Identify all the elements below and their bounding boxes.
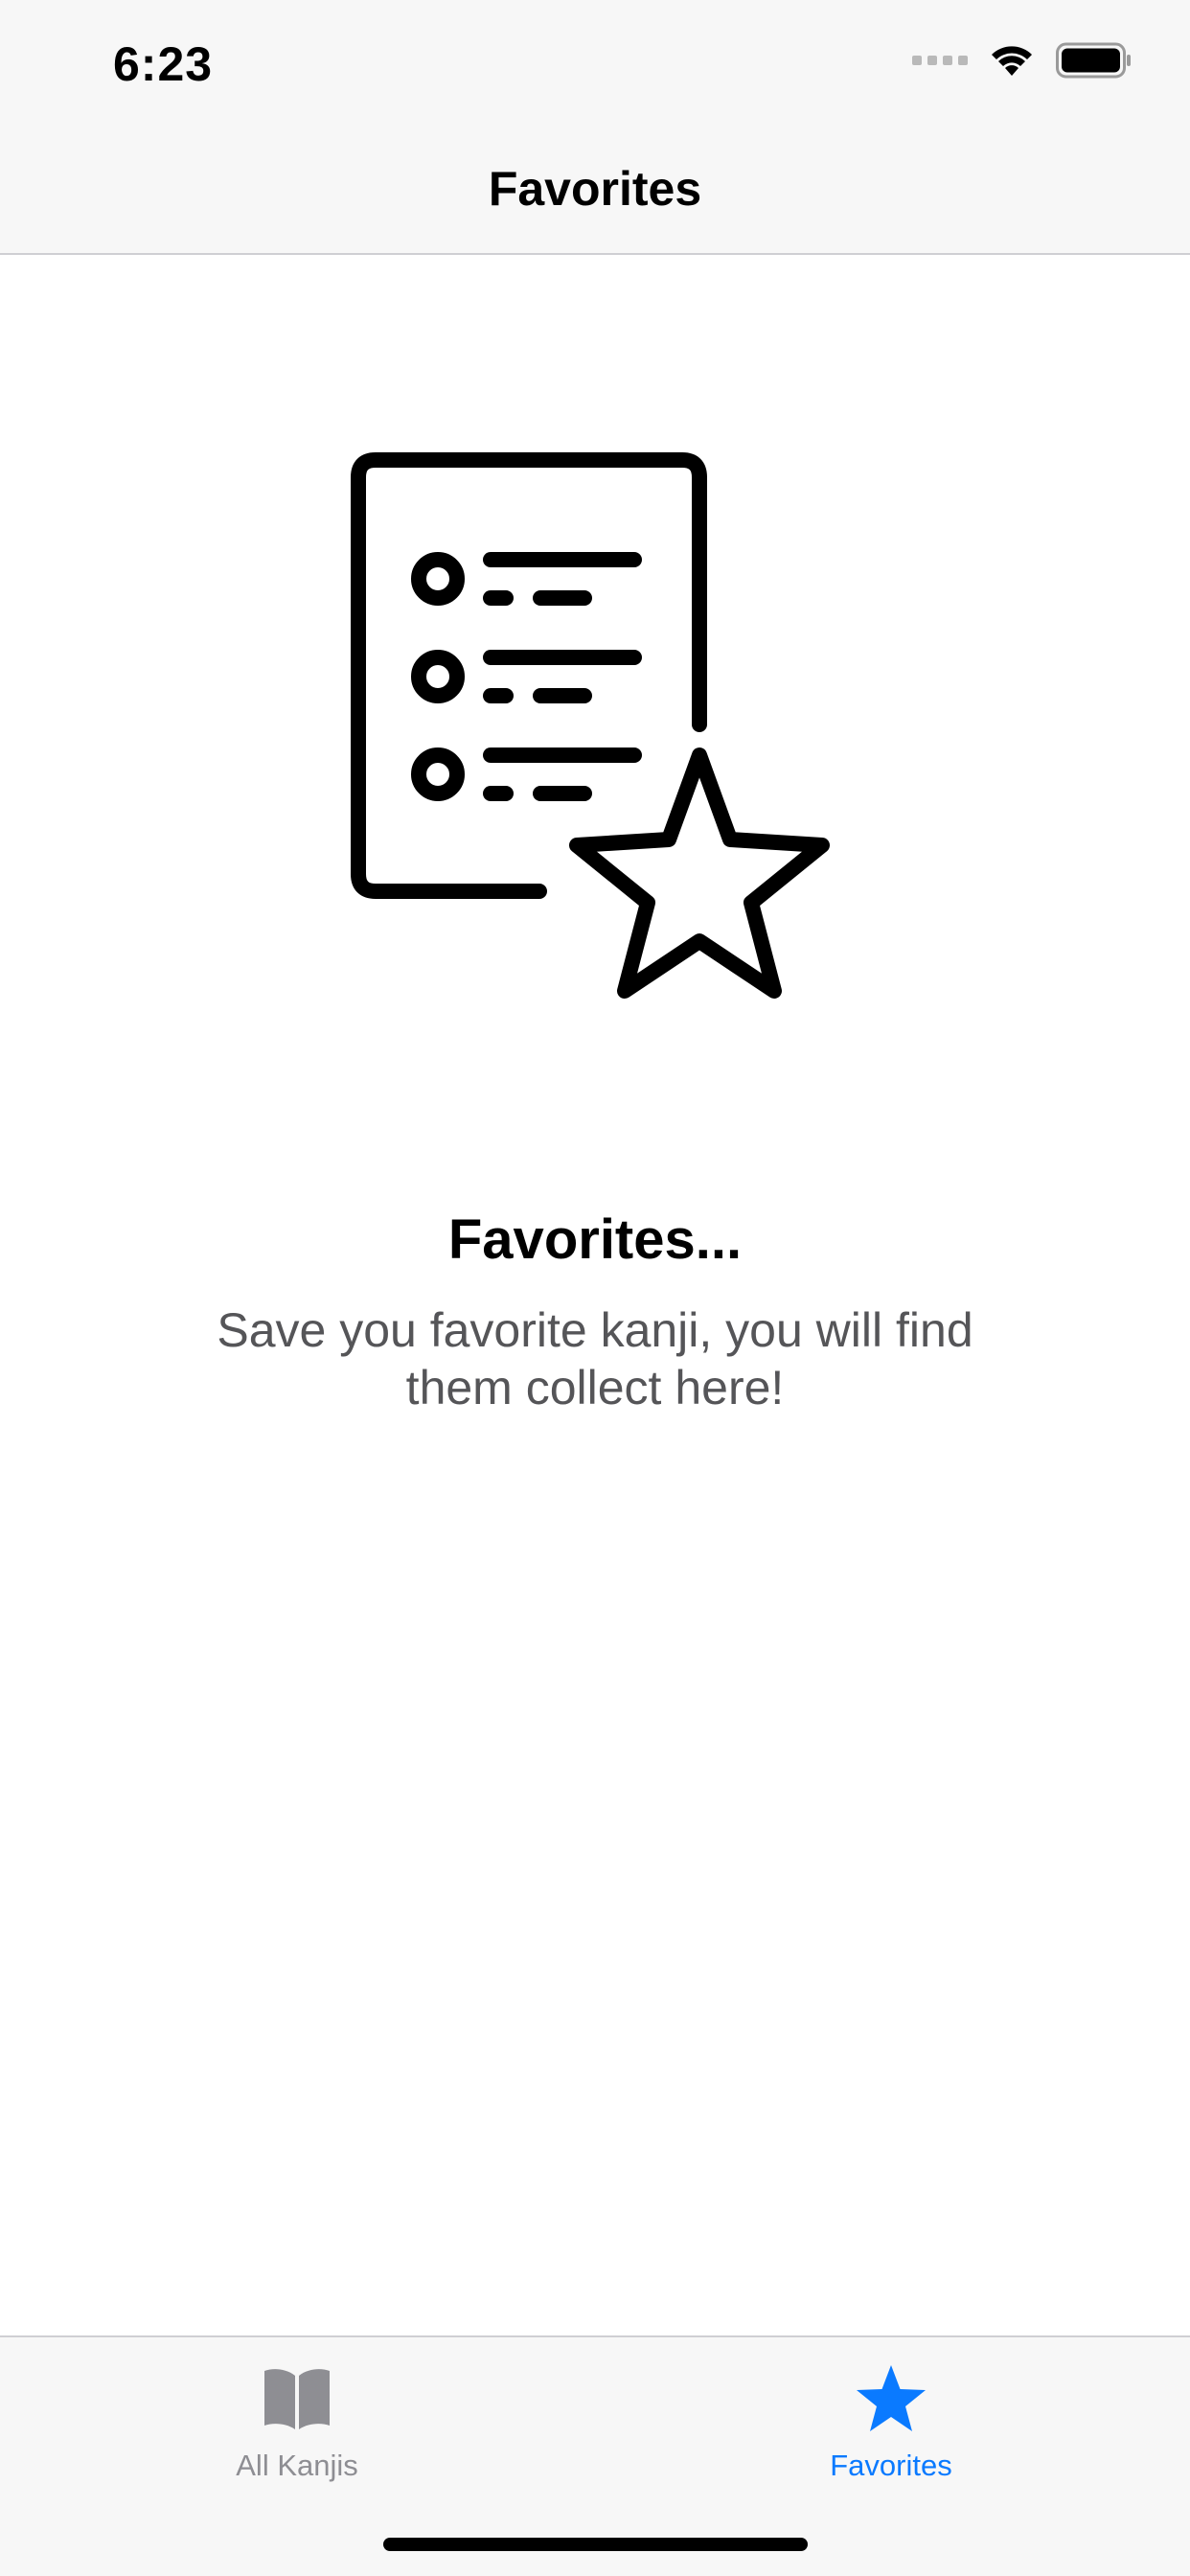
- page-title: Favorites: [488, 162, 702, 216]
- tab-all-kanjis-label: All Kanjis: [236, 2449, 358, 2482]
- battery-icon: [1056, 42, 1131, 79]
- navigation-bar: 6:23 Favorites: [0, 0, 1190, 255]
- tab-favorites[interactable]: Favorites: [747, 2362, 1035, 2483]
- tab-all-kanjis[interactable]: All Kanjis: [153, 2362, 441, 2483]
- empty-state-title: Favorites...: [447, 1208, 743, 1271]
- status-time: 6:23: [113, 37, 214, 91]
- favorites-list-star-icon: [351, 452, 830, 999]
- star-icon: [857, 2365, 926, 2431]
- favorites-screen: 6:23 Favorites Favorites... Save you fav…: [0, 0, 1190, 2576]
- book-icon: [264, 2369, 330, 2429]
- cellular-signal-icon: [912, 56, 968, 65]
- home-indicator[interactable]: [383, 2538, 808, 2551]
- tab-favorites-label: Favorites: [830, 2449, 952, 2482]
- empty-state-subtitle: Save you favorite kanji, you will find t…: [217, 1303, 973, 1414]
- status-indicators: [912, 42, 1133, 79]
- wifi-icon: [992, 46, 1032, 76]
